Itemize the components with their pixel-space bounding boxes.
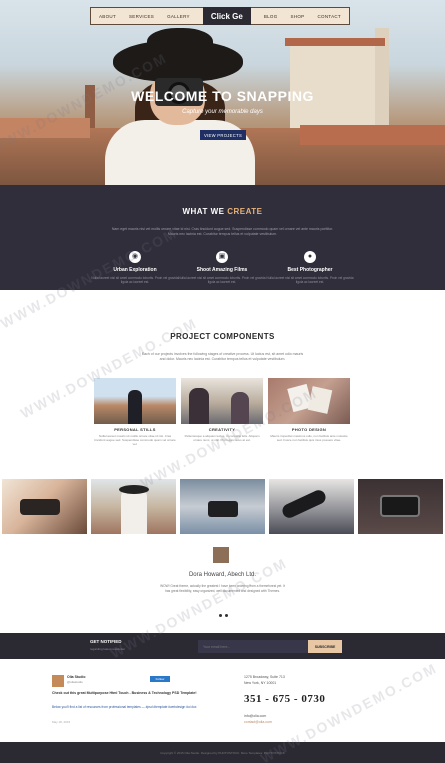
site-logo[interactable]: Click Ge bbox=[202, 7, 251, 25]
person-silhouette bbox=[189, 388, 209, 424]
view-projects-button[interactable]: VIEW PROJECTS bbox=[200, 130, 246, 140]
card-title: PHOTO DESIGN bbox=[291, 427, 327, 432]
nav-gallery[interactable]: GALLERY bbox=[167, 14, 190, 19]
tweet-handle: @oliastudio bbox=[67, 680, 83, 684]
hero-section: ABOUT SERVICES GALLERY Click Ge BLOG SHO… bbox=[0, 0, 445, 185]
nav-services[interactable]: SERVICES bbox=[129, 14, 154, 19]
newsletter-email-input[interactable] bbox=[198, 640, 308, 653]
copyright-text: Copyright © 2015 Olia Studio. Designed b… bbox=[160, 751, 285, 755]
photo-print bbox=[307, 386, 333, 414]
camera-icon bbox=[20, 499, 60, 515]
card-text: Mauris imperdiet maximus odio, non facil… bbox=[270, 434, 348, 442]
feature-text: Nulla laoreet nisl sit amet commodo lobo… bbox=[91, 276, 179, 284]
phone-number: 351 - 675 - 0730 bbox=[244, 693, 326, 705]
what-we-create-section: WHAT WE CREATE Nam eget mauris nisi vel … bbox=[0, 185, 445, 290]
email-link-2[interactable]: contact@olia.com bbox=[244, 720, 272, 724]
card-title: CREATIVITY bbox=[208, 427, 236, 432]
email-link-1[interactable]: info@olia.com bbox=[244, 714, 266, 718]
newsletter-subtitle: regarding latest newsletter bbox=[90, 647, 126, 651]
section-title: WHAT WE CREATE bbox=[0, 207, 445, 216]
building-roof bbox=[285, 38, 385, 46]
gallery-photo[interactable] bbox=[2, 479, 87, 534]
newsletter-bar: GET NOTIFIED regarding latest newsletter… bbox=[0, 633, 445, 659]
person-silhouette bbox=[121, 487, 147, 534]
projects-description: Each of our projects involves the follow… bbox=[141, 352, 304, 361]
tweet-text: Check out this great Multipurpose Html T… bbox=[52, 691, 197, 695]
tweet-link[interactable]: Below you'll find a list of resources fr… bbox=[52, 705, 202, 709]
hero-title: WELCOME TO SNAPPING bbox=[131, 88, 314, 104]
title-prefix: WHAT WE bbox=[182, 207, 225, 216]
hat bbox=[119, 485, 149, 494]
hero-subtitle: Capture your memorable days bbox=[182, 109, 263, 115]
feature-title: Urban Exploration bbox=[113, 267, 157, 273]
address-line-2: New York, NY 10001 bbox=[244, 681, 277, 685]
card-text: Pellentesque a aliquam lectus. In conval… bbox=[184, 434, 260, 442]
film-icon: ▣ bbox=[216, 251, 228, 263]
card-title: PERSONAL STILLS bbox=[114, 427, 156, 432]
feature-shoot-films: ▣ Shoot Amazing Films Nulla laoreet nisl… bbox=[177, 251, 267, 284]
section-description: Nam eget mauris nisi vel mollis ornare v… bbox=[111, 227, 334, 236]
project-image bbox=[181, 378, 263, 424]
pager-dot[interactable] bbox=[219, 614, 222, 617]
gallery-photo[interactable] bbox=[358, 479, 443, 534]
hat-brim bbox=[113, 40, 243, 82]
camera-icon bbox=[208, 501, 238, 517]
nav-blog[interactable]: BLOG bbox=[264, 14, 278, 19]
pager-dot[interactable] bbox=[225, 614, 228, 617]
lens-icon bbox=[280, 487, 328, 521]
copyright-bar: Copyright © 2015 Olia Studio. Designed b… bbox=[0, 742, 445, 763]
testimonial-avatar bbox=[213, 547, 229, 563]
main-nav: ABOUT SERVICES GALLERY Click Ge BLOG SHO… bbox=[90, 7, 350, 25]
tweet-date: May 18, 2015 bbox=[52, 720, 71, 724]
user-icon: ● bbox=[304, 251, 316, 263]
man-silhouette bbox=[128, 390, 142, 424]
projects-title: PROJECT COMPONENTS bbox=[170, 332, 275, 341]
follow-button[interactable]: Follow bbox=[150, 676, 170, 682]
gallery-photo[interactable] bbox=[269, 479, 354, 534]
gallery-photo[interactable] bbox=[180, 479, 265, 534]
feature-urban-exploration: ◉ Urban Exploration Nulla laoreet nisl s… bbox=[90, 251, 180, 284]
feature-best-photographer: ● Best Photographer Nulla laoreet nisl s… bbox=[265, 251, 355, 284]
project-card-personal-stills[interactable]: PERSONAL STILLS Nulla laoreet mauris sit… bbox=[94, 378, 176, 446]
rooftop-left bbox=[0, 118, 90, 138]
card-text: Nulla laoreet mauris sit mollis ornare v… bbox=[94, 434, 176, 446]
tweet-avatar bbox=[52, 675, 64, 687]
feature-title: Best Photographer bbox=[287, 267, 333, 273]
camera-icon bbox=[380, 495, 420, 517]
project-card-photo-design[interactable]: PHOTO DESIGN Mauris imperdiet maximus od… bbox=[268, 378, 350, 442]
footer-content: Olia Studio @oliastudio Follow Check out… bbox=[0, 659, 445, 742]
testimonial-text: WOW! Great theme, actually the greatest … bbox=[160, 584, 285, 593]
newsletter-title: GET NOTIFIED bbox=[90, 639, 122, 644]
tweet-name: Olia Studio bbox=[67, 675, 86, 679]
nav-shop[interactable]: SHOP bbox=[291, 14, 305, 19]
person-silhouette bbox=[231, 392, 249, 424]
nav-contact[interactable]: CONTACT bbox=[317, 14, 341, 19]
feature-text: Nulla laoreet nisl sit amet commodo lobo… bbox=[178, 276, 266, 284]
feature-title: Shoot Amazing Films bbox=[196, 267, 248, 273]
nav-about[interactable]: ABOUT bbox=[99, 14, 116, 19]
testimonial-name: Dora Howard, Abech Ltd. bbox=[188, 572, 257, 578]
address-line-1: 1275 Broadway, Suite 713 bbox=[244, 675, 285, 679]
project-image bbox=[268, 378, 350, 424]
project-image bbox=[94, 378, 176, 424]
testimonial-pager bbox=[219, 614, 228, 617]
project-card-creativity[interactable]: CREATIVITY Pellentesque a aliquam lectus… bbox=[181, 378, 263, 442]
gallery-photo[interactable] bbox=[91, 479, 176, 534]
gallery-strip bbox=[0, 479, 445, 534]
rooftop-right bbox=[300, 125, 445, 145]
camera-icon: ◉ bbox=[129, 251, 141, 263]
title-accent: CREATE bbox=[227, 207, 263, 216]
feature-text: Nulla laoreet nisl sit amet commodo lobo… bbox=[266, 276, 354, 284]
subscribe-button[interactable]: SUBSCRIBE bbox=[308, 640, 342, 653]
